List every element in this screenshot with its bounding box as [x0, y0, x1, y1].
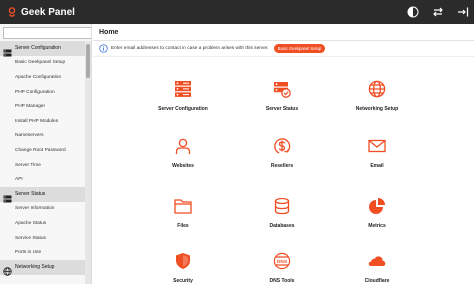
tile-label: Email	[370, 163, 384, 169]
user-icon	[174, 137, 192, 160]
sidebar-item[interactable]: Apache Status	[0, 216, 85, 231]
server-icon	[3, 190, 12, 203]
tile-networking-setup[interactable]: Networking Setup	[347, 80, 407, 112]
top-bar: Geek Panel	[0, 0, 474, 24]
tile-label: Security	[173, 278, 193, 284]
page-header: Home	[93, 24, 474, 41]
sidebar: Server Configuration Basic Geekpanel Setu…	[0, 24, 92, 284]
sidebar-menu: Server Configuration Basic Geekpanel Setu…	[0, 41, 85, 276]
tile-label: Cloudflare	[364, 278, 390, 284]
tile-label: DNS Tools	[269, 278, 295, 284]
sidebar-section[interactable]: Server Status	[0, 186, 85, 203]
dollar-icon	[273, 137, 291, 160]
sidebar-section-label: Server Configuration	[15, 45, 61, 52]
logo-icon	[8, 6, 16, 17]
setup-notice: Enter email addresses to contact in case…	[93, 41, 474, 57]
tile-label: Databases	[269, 223, 295, 229]
tile-websites[interactable]: Websites	[153, 137, 213, 169]
sidebar-section[interactable]: Networking Setup	[0, 259, 85, 276]
tile-server-status[interactable]: Server Status	[252, 80, 312, 112]
app-logo[interactable]: Geek Panel	[8, 7, 75, 18]
sidebar-section-label: Networking Setup	[15, 264, 55, 271]
sidebar-item[interactable]: Server Time	[0, 158, 85, 173]
globe-icon	[368, 80, 386, 103]
server-icon	[3, 44, 12, 57]
svg-text:DNS: DNS	[277, 259, 288, 265]
shield-icon	[174, 252, 192, 275]
pie-chart-icon	[368, 197, 386, 220]
sidebar-item[interactable]: Install PHP Modules	[0, 114, 85, 129]
sidebar-item[interactable]: Basic Geekpanel Setup	[0, 56, 85, 71]
tile-label: Server Configuration	[158, 106, 208, 112]
sidebar-item[interactable]: Ports in Use	[0, 245, 85, 260]
tile-databases[interactable]: Databases	[252, 197, 312, 229]
switch-icon[interactable]	[427, 0, 449, 24]
tile-server-configuration[interactable]: Server Configuration	[153, 80, 213, 112]
dns-icon: DNS	[273, 252, 291, 275]
tile-resellers[interactable]: Resellers	[252, 137, 312, 169]
tile-label: Networking Setup	[355, 106, 399, 112]
notice-text: Enter email addresses to contact in case…	[111, 46, 269, 51]
globe-icon	[3, 263, 12, 276]
sidebar-item[interactable]: PHP Configuration	[0, 85, 85, 100]
sidebar-section[interactable]: Server Configuration	[0, 41, 85, 57]
search-input[interactable]	[3, 26, 91, 39]
tile-files[interactable]: Files	[153, 197, 213, 229]
tile-cloudflare[interactable]: Cloudflare	[347, 252, 407, 284]
sidebar-item[interactable]: Nameservers	[0, 129, 85, 144]
main-content: Home Enter email addresses to contact in…	[93, 24, 474, 284]
info-icon	[99, 44, 108, 53]
sidebar-item[interactable]: Apache Configuration	[0, 70, 85, 85]
tile-dns-tools[interactable]: DNS DNS Tools	[252, 252, 312, 284]
logout-icon[interactable]	[452, 0, 474, 24]
page-title: Home	[99, 28, 119, 36]
theme-icon[interactable]	[402, 0, 424, 24]
sidebar-item[interactable]: Service Status	[0, 231, 85, 246]
sidebar-item[interactable]: Server Information	[0, 202, 85, 217]
sidebar-scrollbar[interactable]	[85, 41, 91, 284]
sidebar-item[interactable]: PHP Manager	[0, 99, 85, 114]
app-title: Geek Panel	[21, 6, 75, 18]
scrollbar-thumb[interactable]	[86, 44, 90, 78]
tile-label: Files	[177, 223, 189, 229]
sidebar-section-label: Server Status	[15, 191, 46, 198]
tile-metrics[interactable]: Metrics	[347, 197, 407, 229]
tile-security[interactable]: Security	[153, 252, 213, 284]
tile-email[interactable]: Email	[347, 137, 407, 169]
database-icon	[273, 197, 291, 220]
sidebar-search	[0, 24, 91, 41]
sidebar-item[interactable]: Change Root Password	[0, 143, 85, 158]
cloud-icon	[368, 252, 386, 275]
tile-label: Websites	[172, 163, 194, 169]
tile-label: Resellers	[270, 163, 294, 169]
envelope-icon	[368, 137, 386, 160]
folder-icon	[174, 197, 192, 220]
tile-label: Server Status	[265, 106, 299, 112]
server-status-icon	[273, 80, 291, 103]
sidebar-item[interactable]: API	[0, 172, 85, 187]
tile-label: Metrics	[368, 223, 386, 229]
basic-setup-button[interactable]: Basic Geekpanel Setup	[273, 44, 326, 53]
server-config-icon	[174, 80, 192, 103]
